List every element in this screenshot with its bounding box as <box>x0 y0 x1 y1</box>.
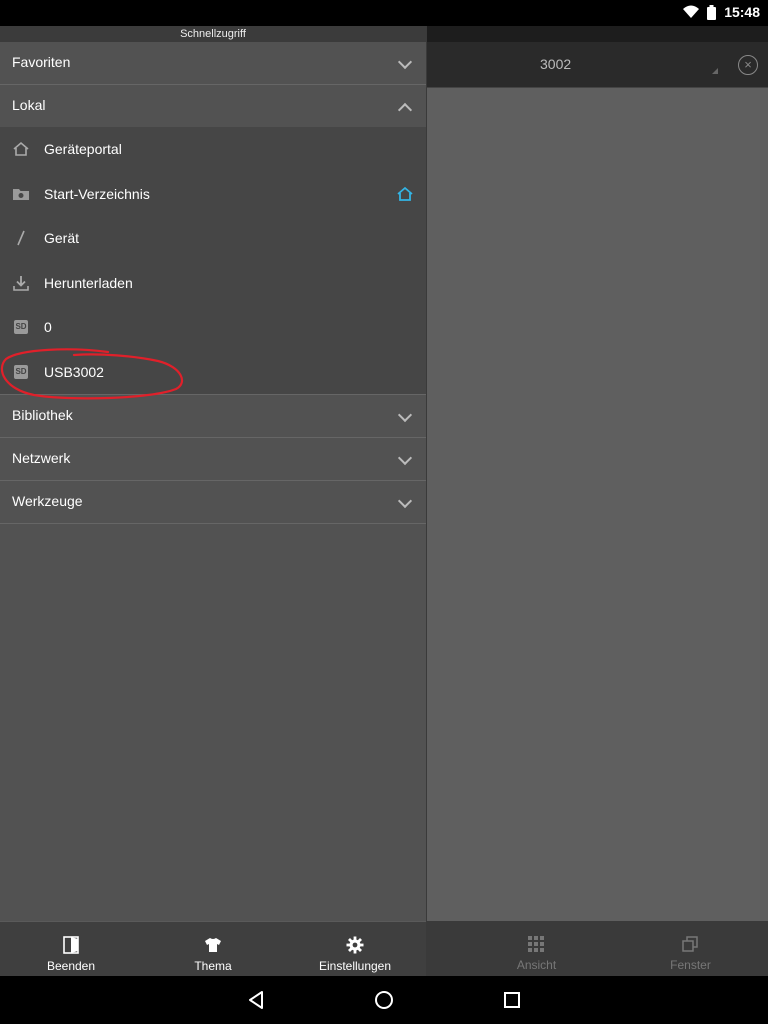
navigation-bar <box>0 976 768 1024</box>
windows-button[interactable]: Fenster <box>605 921 768 976</box>
item-label: Geräteportal <box>44 141 122 157</box>
sd-card-icon: SD <box>14 320 32 338</box>
chevron-down-icon <box>397 407 413 423</box>
list-item-geraet[interactable]: Gerät <box>0 216 426 261</box>
section-label: Werkzeuge <box>12 493 83 509</box>
home-circle-icon[interactable] <box>372 988 396 1012</box>
section-label: Lokal <box>12 97 46 113</box>
clock: 15:48 <box>724 4 760 20</box>
section-label: Favoriten <box>12 54 71 70</box>
quick-access-drawer: Schnellzugriff Favoriten Lokal Gerätepor… <box>0 26 427 977</box>
view-label: Ansicht <box>516 958 557 972</box>
windows-label: Fenster <box>670 958 711 972</box>
path-label[interactable]: 3002 <box>540 56 571 72</box>
exit-label: Beenden <box>46 959 96 973</box>
item-label: Gerät <box>44 230 80 246</box>
path-toolbar: 3002 × <box>426 42 768 88</box>
section-bibliothek[interactable]: Bibliothek <box>0 394 426 438</box>
section-lokal[interactable]: Lokal <box>0 85 426 127</box>
section-werkzeuge[interactable]: Werkzeuge <box>0 481 426 524</box>
section-label: Bibliothek <box>12 407 73 423</box>
exit-button[interactable]: Beenden <box>0 922 142 977</box>
section-label: Netzwerk <box>12 450 71 466</box>
status-icons: 15:48 <box>683 4 760 20</box>
grid-icon <box>528 936 544 952</box>
path-dropdown-icon[interactable] <box>712 68 718 74</box>
close-tab-icon[interactable]: × <box>738 55 758 75</box>
windows-icon <box>682 936 698 952</box>
list-item-start-verzeichnis[interactable]: Start-Verzeichnis <box>0 172 426 217</box>
list-item-herunterladen[interactable]: Herunterladen <box>0 261 426 306</box>
drawer-title: Schnellzugriff <box>0 26 426 42</box>
tshirt-icon <box>205 938 221 952</box>
settings-label: Einstellungen <box>318 959 392 973</box>
gear-icon <box>346 936 364 954</box>
view-button[interactable]: Ansicht <box>451 921 622 976</box>
section-netzwerk[interactable]: Netzwerk <box>0 438 426 481</box>
list-item-storage-0[interactable]: SD 0 <box>0 305 426 350</box>
recents-icon[interactable] <box>500 988 524 1012</box>
battery-icon <box>707 4 717 20</box>
list-item-geraeteportal[interactable]: Geräteportal <box>0 127 426 172</box>
item-label: Start-Verzeichnis <box>44 185 150 202</box>
back-icon[interactable] <box>244 988 268 1012</box>
item-label: Herunterladen <box>44 274 133 291</box>
item-label: 0 <box>44 319 52 335</box>
download-icon <box>13 275 29 291</box>
theme-button[interactable]: Thema <box>142 922 284 977</box>
item-label: USB3002 <box>44 363 104 380</box>
tab-strip <box>426 26 768 42</box>
slash-root-icon <box>17 230 25 246</box>
house-outline-icon <box>13 141 29 156</box>
exit-door-icon <box>63 936 79 954</box>
list-item-usb3002[interactable]: SD USB3002 <box>0 350 426 395</box>
chevron-up-icon <box>397 102 413 118</box>
sd-card-icon: SD <box>14 364 32 383</box>
theme-label: Thema <box>194 959 232 973</box>
lokal-list: Geräteportal Start-Verzeichnis Gerät Her… <box>0 127 426 394</box>
drawer-bottom-bar: Beenden Thema Einstellungen <box>0 921 426 977</box>
file-browser-pane: 3002 × <box>426 26 768 976</box>
section-favoriten[interactable]: Favoriten <box>0 42 426 85</box>
status-bar: 15:48 <box>0 0 768 26</box>
home-icon[interactable] <box>395 184 415 204</box>
chevron-down-icon <box>397 54 413 70</box>
wifi-icon <box>683 5 700 18</box>
chevron-down-icon <box>397 450 413 466</box>
folder-camera-icon <box>13 188 29 200</box>
chevron-down-icon <box>397 493 413 509</box>
settings-button[interactable]: Einstellungen <box>284 922 426 977</box>
main-bottom-bar: Ansicht Fenster <box>426 921 768 976</box>
